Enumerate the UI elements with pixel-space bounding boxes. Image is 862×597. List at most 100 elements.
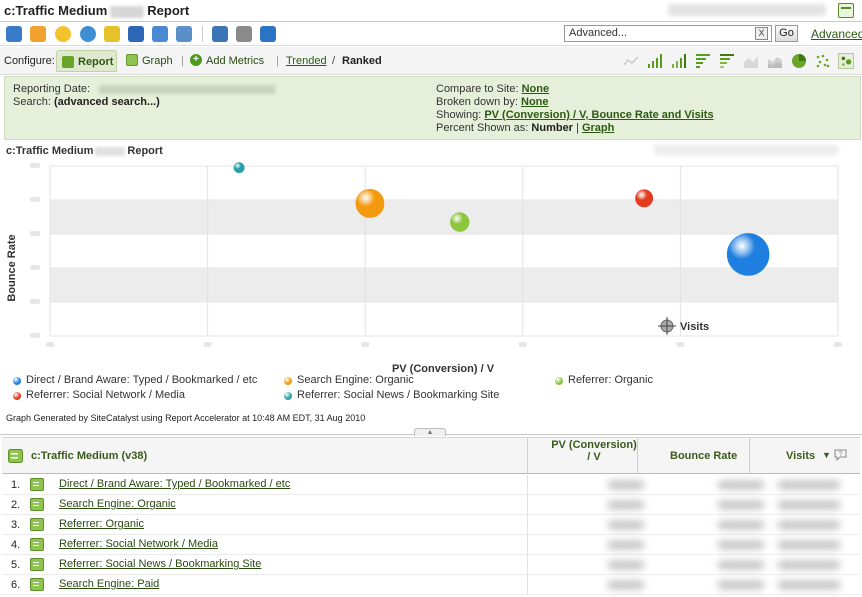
report-icon <box>62 56 74 68</box>
go-button[interactable]: Go <box>775 25 798 42</box>
collapse-handle[interactable]: ▲ <box>414 428 446 436</box>
percent-value: Number <box>531 122 573 134</box>
stacked-area-icon[interactable] <box>767 53 783 69</box>
search-row: Search: (advanced search...) <box>13 96 160 108</box>
chart-title-suffix: Report <box>127 145 163 157</box>
showing-link[interactable]: PV (Conversion) / V, Bounce Rate and Vis… <box>484 109 713 121</box>
bubble-point[interactable] <box>726 233 770 276</box>
svg-text:?: ? <box>839 451 843 458</box>
row-link[interactable]: Referrer: Social Network / Media <box>59 538 218 550</box>
broken-down-label: Broken down by: <box>436 96 518 108</box>
column-separator <box>749 438 750 474</box>
breakdown-icon[interactable] <box>30 498 44 511</box>
add-metrics-label: Add Metrics <box>206 55 265 67</box>
row-number: 6. <box>11 579 21 591</box>
view-separator: / <box>332 55 336 67</box>
bubble-point[interactable] <box>450 212 470 232</box>
legend-swatch <box>555 377 563 385</box>
row-link[interactable]: Referrer: Social News / Bookmarking Site <box>59 558 261 570</box>
bubble-icon[interactable] <box>838 53 854 69</box>
sort-desc-icon[interactable]: ▼ <box>822 450 831 460</box>
redacted-metric-values <box>590 475 860 597</box>
legend-swatch <box>13 377 21 385</box>
trend-line-icon[interactable] <box>623 53 639 69</box>
breakdown-icon[interactable] <box>30 478 44 491</box>
size-legend-label: Visits <box>680 321 709 333</box>
save-icon[interactable] <box>6 26 22 42</box>
alert-icon[interactable] <box>104 26 120 42</box>
breakdown-icon[interactable] <box>8 449 23 463</box>
col-bounce-header[interactable]: Bounce Rate <box>670 450 737 462</box>
row-number: 5. <box>11 559 21 571</box>
add-dashboard-icon[interactable] <box>152 26 168 42</box>
legend-label: Search Engine: Organic <box>297 374 414 386</box>
row-number: 4. <box>11 539 21 551</box>
breakdown-icon[interactable] <box>30 558 44 571</box>
compare-link[interactable]: None <box>522 83 550 95</box>
advanced-link[interactable]: Advanced <box>811 27 862 41</box>
download-icon[interactable] <box>260 26 276 42</box>
export-icon[interactable] <box>176 26 192 42</box>
column-separator <box>527 535 528 555</box>
bubble-point[interactable] <box>635 189 654 208</box>
redacted-text <box>110 5 145 18</box>
broken-down-link[interactable]: None <box>521 96 549 108</box>
pipe-divider: | <box>181 55 184 67</box>
breakdown-icon[interactable] <box>30 518 44 531</box>
row-link[interactable]: Search Engine: Organic <box>59 498 176 510</box>
legend-label: Referrer: Social News / Bookmarking Site <box>297 389 500 401</box>
size-legend: Visits <box>658 317 709 335</box>
data-extract-icon[interactable] <box>128 26 144 42</box>
calendar-icon[interactable] <box>838 3 854 18</box>
row-link[interactable]: Direct / Brand Aware: Typed / Bookmarked… <box>59 478 290 490</box>
x-tick-label <box>203 342 212 347</box>
bar-chart-icon[interactable] <box>647 53 663 69</box>
redacted-date <box>99 84 276 94</box>
y-tick-label <box>30 197 40 202</box>
stacked-horizontal-icon[interactable] <box>719 53 735 69</box>
scatter-icon[interactable] <box>815 53 831 69</box>
col-dimension-header[interactable]: c:Traffic Medium (v38) <box>31 450 147 462</box>
legend-swatch <box>13 392 21 400</box>
chart-title-prefix: c:Traffic Medium <box>6 145 94 157</box>
tab-report[interactable]: Report <box>56 50 117 72</box>
excel-icon[interactable] <box>212 26 228 42</box>
breakdown-icon[interactable] <box>30 538 44 551</box>
row-number: 1. <box>11 479 21 491</box>
row-link[interactable]: Search Engine: Paid <box>59 578 159 590</box>
row-number: 2. <box>11 499 21 511</box>
bubble-point[interactable] <box>233 162 245 174</box>
percent-graph-link[interactable]: Graph <box>582 122 614 134</box>
breakdown-icon[interactable] <box>30 578 44 591</box>
print-icon[interactable] <box>236 26 252 42</box>
email-icon[interactable] <box>30 26 46 42</box>
y-tick-label <box>30 265 40 270</box>
horizontal-bar-icon[interactable] <box>695 53 711 69</box>
column-separator <box>527 555 528 575</box>
bubble-chart: Bounce Rate PV (Conversion) / V Visits <box>6 162 842 375</box>
toolbar-separator <box>202 26 203 42</box>
percent-separator: | <box>576 122 579 134</box>
area-icon[interactable] <box>743 53 759 69</box>
bookmark-icon[interactable] <box>55 26 71 42</box>
advanced-search-input[interactable]: Advanced... <box>564 25 772 42</box>
col-visits-header[interactable]: Visits <box>786 450 815 462</box>
dashboard-icon[interactable] <box>80 26 96 42</box>
showing-row: Showing: PV (Conversion) / V, Bounce Rat… <box>436 109 714 121</box>
help-icon[interactable]: ? <box>834 449 847 461</box>
stacked-bar-icon[interactable] <box>671 53 687 69</box>
legend-swatch <box>284 377 292 385</box>
bubble-point[interactable] <box>355 189 385 218</box>
legend-swatch <box>284 392 292 400</box>
chart-title: c:Traffic Medium Report <box>6 145 163 157</box>
y-axis-label: Bounce Rate <box>6 234 18 301</box>
configure-bar: Configure: Report Graph | + Add Metrics … <box>0 47 862 75</box>
chart-band <box>50 268 838 302</box>
pie-icon[interactable] <box>791 53 807 69</box>
graph-generated-note: Graph Generated by SiteCatalyst using Re… <box>6 413 366 423</box>
clear-search-button[interactable]: X <box>755 27 768 40</box>
col-pv-header[interactable]: PV (Conversion) / V <box>550 439 638 463</box>
row-link[interactable]: Referrer: Organic <box>59 518 144 530</box>
title-bar: c:Traffic Medium Report <box>0 0 862 22</box>
trended-link[interactable]: Trended <box>286 55 327 67</box>
